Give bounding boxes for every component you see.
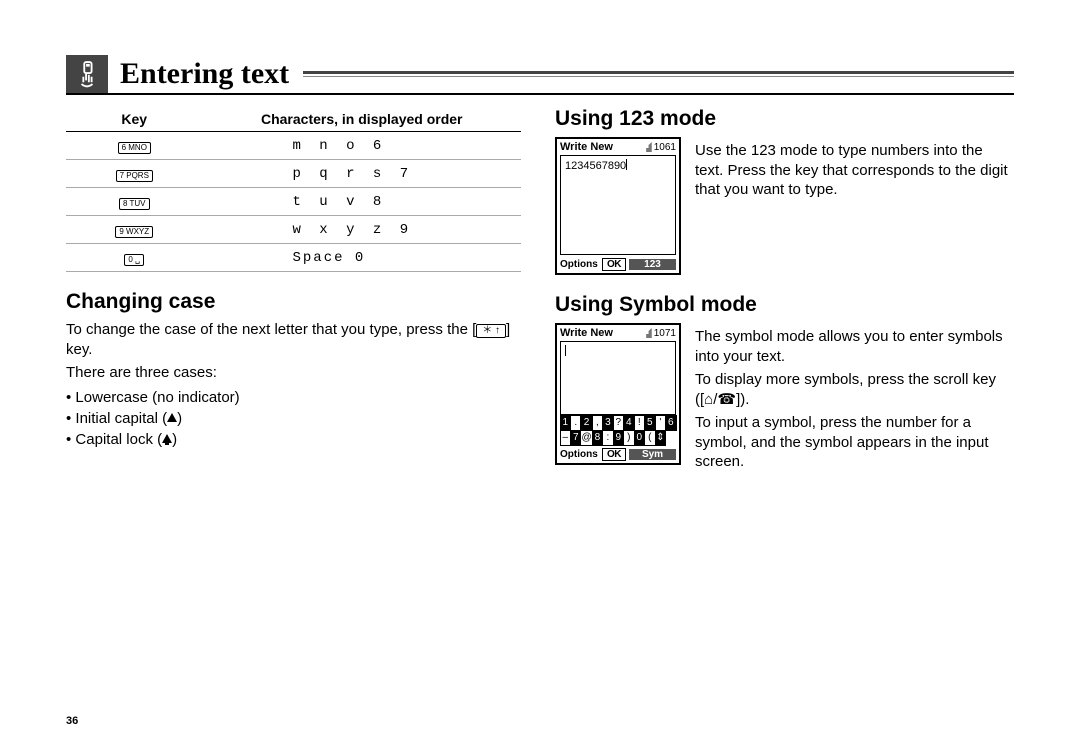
table-row: 0 ␣ Space 0 <box>66 244 521 272</box>
phone-screen-symbol: Write New 1071 1.2,3?4!5'6–7@8:9)0(⇕ Opt… <box>555 323 681 465</box>
changing-case-para2: There are three cases: <box>66 363 521 383</box>
hand-key-icon <box>66 55 108 93</box>
table-row: 8 TUV t u v 8 <box>66 188 521 216</box>
right-column: Using 123 mode Write New 1061 1234567890… <box>555 107 1010 476</box>
left-column: Key Characters, in displayed order 6 MNO… <box>66 107 521 476</box>
screen-body <box>560 341 676 415</box>
table-row: 7 PQRS p q r s 7 <box>66 160 521 188</box>
softkey-left: Options <box>560 259 599 270</box>
using-symbol-heading: Using Symbol mode <box>555 293 1010 317</box>
memory-icon <box>644 142 652 152</box>
shift-up-icon <box>167 413 177 422</box>
list-item: Initial capital () <box>66 408 521 429</box>
list-item: Capital lock () <box>66 429 521 450</box>
symbol-cell: 6 <box>665 415 676 431</box>
using-123-heading: Using 123 mode <box>555 107 1010 131</box>
char-count: 1061 <box>654 142 676 153</box>
softkey-ok: OK <box>602 448 626 461</box>
symbol-grid: 1.2,3?4!5'6–7@8:9)0(⇕ <box>560 415 676 445</box>
changing-case-para1: To change the case of the next letter th… <box>66 320 521 359</box>
table-row: 9 WXYZ w x y z 9 <box>66 216 521 244</box>
screen-body: 1234567890 <box>560 155 676 255</box>
symbol-para3: To input a symbol, press the number for … <box>695 413 1010 472</box>
page-number: 36 <box>66 715 78 727</box>
list-item: Lowercase (no indicator) <box>66 387 521 408</box>
softkey-right-mode: Sym <box>629 449 676 460</box>
symbol-para1: The symbol mode allows you to enter symb… <box>695 327 1010 366</box>
changing-case-heading: Changing case <box>66 290 521 314</box>
case-list: Lowercase (no indicator) Initial capital… <box>66 387 521 450</box>
phonekey-icon: 6 MNO <box>118 142 151 154</box>
text-cursor-icon <box>626 159 627 170</box>
memory-icon <box>644 328 652 338</box>
symbol-para2: To display more symbols, press the scrol… <box>695 370 1010 409</box>
phonekey-icon: 0 ␣ <box>124 254 144 266</box>
symbol-cell: ⇕ <box>655 430 666 446</box>
shift-lock-icon <box>162 434 172 443</box>
softkey-left: Options <box>560 449 599 460</box>
scroll-key-icon: ⌂/☎ <box>704 391 736 408</box>
text-cursor-icon <box>565 345 566 356</box>
mode123-text: Use the 123 mode to type numbers into th… <box>695 141 1010 200</box>
table-row: 6 MNO m n o 6 <box>66 132 521 160</box>
softkey-ok: OK <box>602 258 626 271</box>
section-title: Entering text <box>108 57 289 91</box>
softkeys: Options OK 123 <box>560 258 676 271</box>
th-key: Key <box>66 107 203 132</box>
phonekey-icon: 9 WXYZ <box>115 226 153 238</box>
th-chars: Characters, in displayed order <box>203 107 522 132</box>
key-characters-table: Key Characters, in displayed order 6 MNO… <box>66 107 521 272</box>
star-key-icon: ＊ ↑ <box>476 324 506 338</box>
softkey-right-mode: 123 <box>629 259 676 270</box>
screen-title: Write New <box>560 327 613 339</box>
section-header: Entering text <box>66 55 1014 95</box>
header-rule <box>303 71 1014 77</box>
softkeys: Options OK Sym <box>560 448 676 461</box>
phone-screen-123: Write New 1061 1234567890 Options OK 123 <box>555 137 681 275</box>
phonekey-icon: 8 TUV <box>119 198 150 210</box>
screen-title: Write New <box>560 141 613 153</box>
char-count: 1071 <box>654 328 676 339</box>
phonekey-icon: 7 PQRS <box>116 170 153 182</box>
